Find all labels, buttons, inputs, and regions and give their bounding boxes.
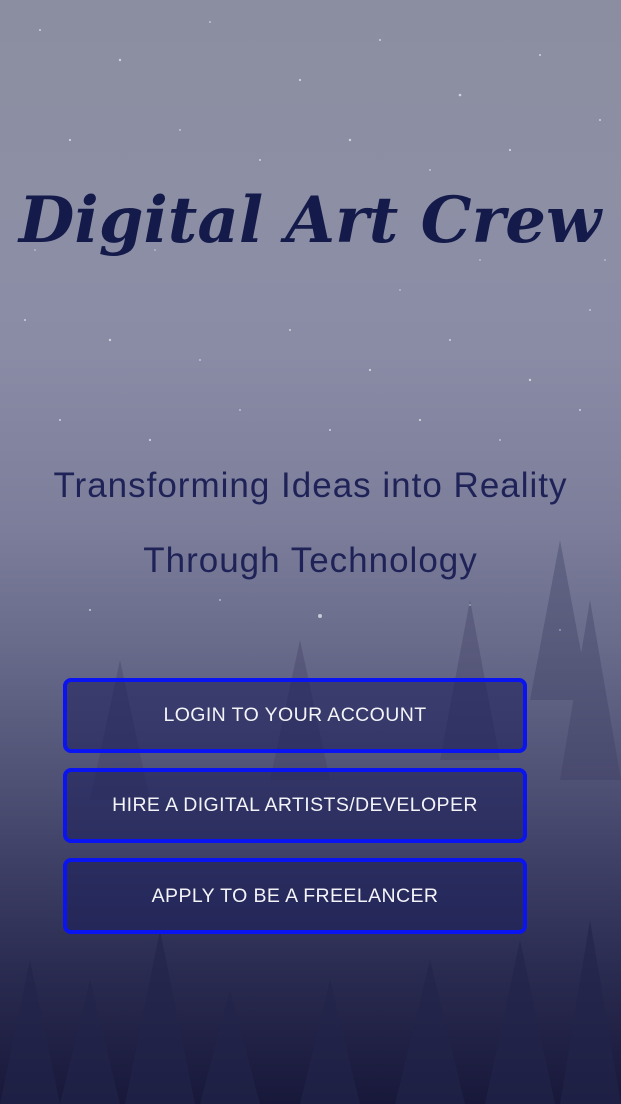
logo-text: Digital Art Crew xyxy=(17,183,603,258)
apply-button-label: APPLY TO BE A FREELANCER xyxy=(151,884,439,907)
tagline-line-2: Through Technology xyxy=(143,541,478,580)
login-button[interactable]: LOGIN TO YOUR ACCOUNT xyxy=(63,678,527,753)
app-logo: Digital Art Crew xyxy=(0,160,621,300)
hire-button[interactable]: HIRE A DIGITAL ARTISTS/DEVELOPER xyxy=(63,768,527,843)
login-button-label: LOGIN TO YOUR ACCOUNT xyxy=(163,704,427,726)
tagline-line-1: Transforming Ideas into Reality xyxy=(53,466,568,505)
logo-graphic: Digital Art Crew xyxy=(17,183,603,258)
apply-freelancer-button[interactable]: APPLY TO BE A FREELANCER xyxy=(63,858,527,934)
hire-button-label: HIRE A DIGITAL ARTISTS/DEVELOPER xyxy=(112,794,478,816)
